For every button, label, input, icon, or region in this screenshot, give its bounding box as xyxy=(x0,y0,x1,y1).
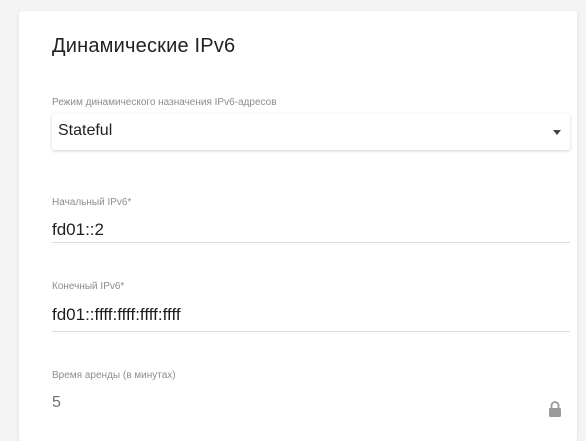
end-ipv6-label: Конечный IPv6* xyxy=(52,281,125,292)
ipv6-mode-label: Режим динамического назначения IPv6-адре… xyxy=(52,97,277,108)
ipv6-mode-value: Stateful xyxy=(58,122,113,139)
lease-time-field: Время аренды (в минутах) 5 xyxy=(52,370,570,430)
start-ipv6-field[interactable]: Начальный IPv6* fd01::2 xyxy=(52,197,570,245)
lock-icon xyxy=(549,401,561,417)
end-ipv6-input[interactable]: fd01::ffff:ffff:ffff:ffff xyxy=(52,305,181,325)
ipv6-mode-field: Режим динамического назначения IPv6-адре… xyxy=(52,97,570,153)
section-title: Динамические IPv6 xyxy=(52,35,236,57)
start-ipv6-label: Начальный IPv6* xyxy=(52,197,132,208)
dynamic-ipv6-card: Динамические IPv6 Режим динамического на… xyxy=(19,11,577,441)
lease-time-input: 5 xyxy=(52,394,61,411)
start-ipv6-underline xyxy=(52,242,570,243)
end-ipv6-field[interactable]: Конечный IPv6* fd01::ffff:ffff:ffff:ffff xyxy=(52,281,570,333)
end-ipv6-underline xyxy=(52,331,570,332)
lease-time-label: Время аренды (в минутах) xyxy=(52,370,176,381)
ipv6-mode-select[interactable]: Stateful xyxy=(52,114,570,150)
start-ipv6-input[interactable]: fd01::2 xyxy=(52,220,104,240)
chevron-down-icon xyxy=(553,130,561,135)
